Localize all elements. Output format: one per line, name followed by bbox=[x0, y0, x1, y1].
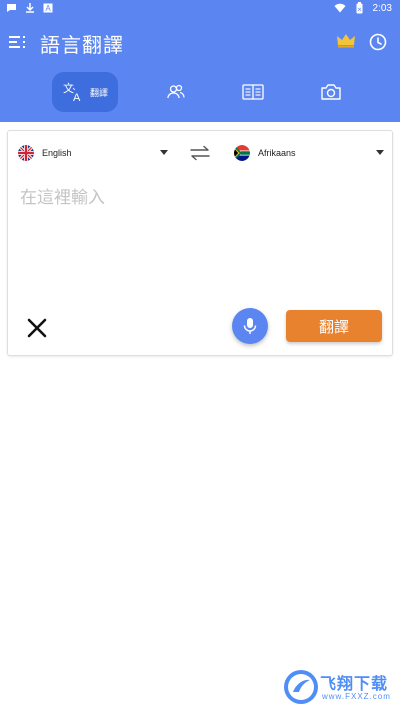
clear-button[interactable] bbox=[24, 315, 50, 341]
tab-camera[interactable] bbox=[313, 72, 349, 112]
app-header: 語言翻譯 bbox=[0, 22, 400, 66]
south-africa-flag-icon bbox=[234, 145, 250, 161]
target-language-selector[interactable]: Afrikaans bbox=[234, 139, 384, 167]
watermark-logo-icon bbox=[284, 670, 318, 704]
swap-languages-button[interactable] bbox=[189, 145, 211, 161]
book-icon bbox=[242, 84, 264, 100]
svg-text:A: A bbox=[73, 92, 81, 102]
tab-translate-label: 翻譯 bbox=[89, 88, 108, 99]
svg-text:✕: ✕ bbox=[357, 8, 362, 14]
top-bar: A ✕ 2:03 語言翻譯 文 A 翻譯 bbox=[0, 0, 400, 122]
camera-icon bbox=[321, 84, 341, 100]
premium-button[interactable] bbox=[336, 32, 358, 52]
wifi-icon bbox=[334, 3, 346, 13]
close-icon bbox=[27, 318, 47, 338]
status-right-icons: ✕ 2:03 bbox=[334, 2, 392, 14]
message-icon bbox=[7, 3, 16, 12]
microphone-icon bbox=[243, 318, 257, 334]
source-language-name: English bbox=[42, 148, 72, 158]
status-time: 2:03 bbox=[372, 2, 392, 14]
translate-button[interactable]: 翻譯 bbox=[286, 310, 382, 342]
menu-icon bbox=[9, 36, 25, 48]
app-title: 語言翻譯 bbox=[40, 33, 124, 57]
people-icon bbox=[167, 84, 185, 99]
watermark-text: 飞翔下载 bbox=[320, 674, 389, 693]
history-button[interactable] bbox=[368, 32, 390, 54]
uk-flag-icon bbox=[18, 145, 34, 161]
battery-icon: ✕ bbox=[356, 2, 363, 14]
target-language-name: Afrikaans bbox=[258, 148, 296, 158]
mode-tabs: 文 A 翻譯 bbox=[0, 72, 400, 114]
app-screen: A ✕ 2:03 語言翻譯 文 A 翻譯 English Afrikaans 在… bbox=[0, 0, 400, 711]
translation-card: English Afrikaans 在這裡輸入 翻譯 bbox=[7, 130, 393, 356]
watermark: 飞翔下载 www.FXXZ.com bbox=[282, 668, 394, 706]
source-dropdown-icon bbox=[160, 150, 168, 155]
voice-input-button[interactable] bbox=[232, 308, 268, 344]
crown-icon bbox=[337, 34, 355, 48]
translate-icon: 文 A bbox=[63, 82, 81, 102]
source-text-input[interactable] bbox=[20, 183, 380, 293]
svg-text:A: A bbox=[45, 4, 51, 13]
download-icon bbox=[26, 3, 34, 13]
menu-button[interactable] bbox=[6, 30, 30, 54]
tab-conversation[interactable] bbox=[158, 72, 194, 112]
status-left-icons: A bbox=[6, 2, 53, 13]
source-language-selector[interactable]: English bbox=[18, 139, 168, 167]
tab-dictionary[interactable] bbox=[234, 72, 272, 112]
status-bar: A ✕ 2:03 bbox=[0, 0, 400, 16]
target-dropdown-icon bbox=[376, 150, 384, 155]
language-selector-row: English Afrikaans bbox=[8, 139, 394, 167]
swap-icon bbox=[190, 145, 210, 161]
history-icon bbox=[369, 33, 387, 51]
watermark-subtext: www.FXXZ.com bbox=[322, 692, 391, 701]
app-a-icon: A bbox=[43, 3, 53, 13]
tab-translate[interactable]: 文 A 翻譯 bbox=[52, 72, 118, 112]
